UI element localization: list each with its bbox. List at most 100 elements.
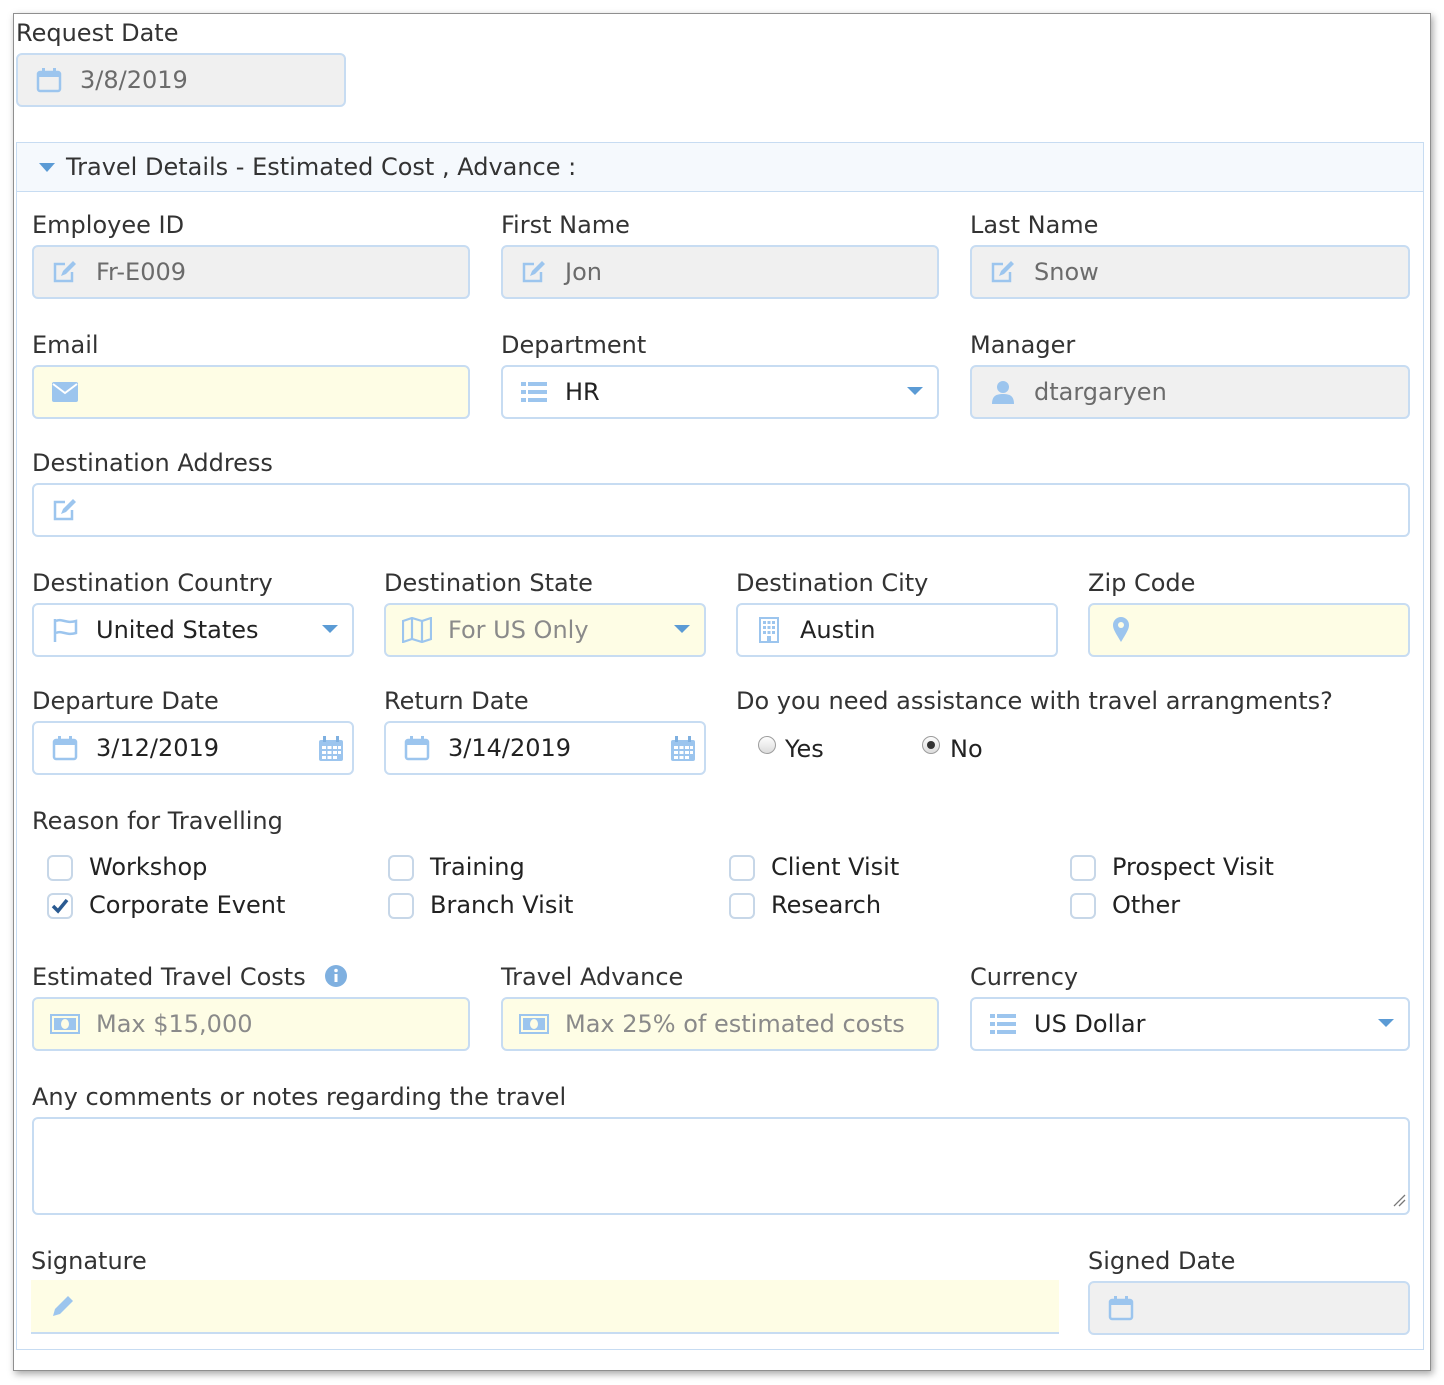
- calendar-picker-icon[interactable]: [318, 736, 344, 766]
- first-name-label: First Name: [501, 211, 630, 239]
- prospect-visit-label[interactable]: Prospect Visit: [1112, 852, 1274, 882]
- department-value: HR: [565, 378, 600, 406]
- assistance-no-radio[interactable]: [922, 736, 940, 754]
- zip-code-label: Zip Code: [1088, 569, 1196, 597]
- employee-id-field[interactable]: Fr-E009: [32, 245, 470, 299]
- signature-pad[interactable]: [31, 1280, 1059, 1334]
- currency-value: US Dollar: [1034, 1010, 1146, 1038]
- travel-advance-field[interactable]: Max 25% of estimated costs: [501, 997, 939, 1051]
- first-name-field[interactable]: Jon: [501, 245, 939, 299]
- destination-city-field[interactable]: Austin: [736, 603, 1058, 657]
- departure-date-field[interactable]: 3/12/2019: [32, 721, 354, 775]
- employee-id-label: Employee ID: [32, 211, 185, 239]
- chevron-down-icon[interactable]: [322, 625, 338, 633]
- list-icon: [988, 1009, 1018, 1039]
- assistance-no-label[interactable]: No: [950, 734, 983, 764]
- currency-select[interactable]: US Dollar: [970, 997, 1410, 1051]
- email-field[interactable]: [32, 365, 470, 419]
- money-icon: [519, 1009, 549, 1039]
- signed-date-label: Signed Date: [1088, 1247, 1236, 1275]
- chevron-down-icon[interactable]: [907, 387, 923, 395]
- branch-visit-label[interactable]: Branch Visit: [430, 890, 573, 920]
- manager-label: Manager: [970, 331, 1076, 359]
- last-name-value: Snow: [1034, 258, 1099, 286]
- client-visit-checkbox[interactable]: [729, 855, 755, 881]
- calendar-icon: [402, 733, 432, 763]
- comments-textarea[interactable]: [32, 1117, 1410, 1215]
- assistance-yes-radio[interactable]: [758, 736, 776, 754]
- calendar-icon: [34, 65, 64, 95]
- research-label[interactable]: Research: [771, 890, 881, 920]
- corporate-event-checkbox[interactable]: [47, 893, 73, 919]
- manager-value: dtargaryen: [1034, 378, 1167, 406]
- destination-state-label: Destination State: [384, 569, 593, 597]
- last-name-label: Last Name: [970, 211, 1099, 239]
- other-label[interactable]: Other: [1112, 890, 1180, 920]
- collapse-triangle-icon[interactable]: [39, 162, 55, 172]
- workshop-label[interactable]: Workshop: [89, 852, 207, 882]
- destination-address-field[interactable]: [32, 483, 1410, 537]
- info-icon[interactable]: [325, 965, 347, 991]
- calendar-picker-icon[interactable]: [670, 736, 696, 766]
- map-marker-icon: [1106, 615, 1136, 645]
- destination-state-placeholder: For US Only: [448, 616, 589, 644]
- destination-address-label: Destination Address: [32, 449, 273, 477]
- signature-label: Signature: [31, 1247, 147, 1275]
- zip-code-field[interactable]: [1088, 603, 1410, 657]
- edit-icon: [519, 257, 549, 287]
- destination-country-label: Destination Country: [32, 569, 273, 597]
- prospect-visit-checkbox[interactable]: [1070, 855, 1096, 881]
- research-checkbox[interactable]: [729, 893, 755, 919]
- request-date-value: 3/8/2019: [80, 66, 188, 94]
- user-icon: [988, 377, 1018, 407]
- flag-icon: [50, 615, 80, 645]
- estimated-costs-placeholder: Max $15,000: [96, 1010, 253, 1038]
- travel-details-panel-header[interactable]: Travel Details - Estimated Cost , Advanc…: [16, 142, 1424, 192]
- return-date-field[interactable]: 3/14/2019: [384, 721, 706, 775]
- estimated-costs-field[interactable]: Max $15,000: [32, 997, 470, 1051]
- request-date-field[interactable]: 3/8/2019: [16, 53, 346, 107]
- currency-label: Currency: [970, 963, 1079, 991]
- chevron-down-icon[interactable]: [1378, 1019, 1394, 1027]
- return-date-value: 3/14/2019: [448, 734, 572, 762]
- assistance-yes-label[interactable]: Yes: [785, 734, 824, 764]
- edit-icon: [50, 495, 80, 525]
- employee-id-value: Fr-E009: [96, 258, 187, 286]
- department-select[interactable]: HR: [501, 365, 939, 419]
- checkmark-icon: [51, 898, 69, 914]
- request-date-label: Request Date: [16, 19, 179, 47]
- destination-country-value: United States: [96, 616, 259, 644]
- envelope-icon: [50, 377, 80, 407]
- destination-city-label: Destination City: [736, 569, 929, 597]
- calendar-icon: [1106, 1293, 1136, 1323]
- travel-advance-label: Travel Advance: [501, 963, 684, 991]
- destination-state-select[interactable]: For US Only: [384, 603, 706, 657]
- departure-date-label: Departure Date: [32, 687, 219, 715]
- destination-country-select[interactable]: United States: [32, 603, 354, 657]
- department-label: Department: [501, 331, 647, 359]
- money-icon: [50, 1009, 80, 1039]
- estimated-costs-label: Estimated Travel Costs: [32, 963, 306, 991]
- list-icon: [519, 377, 549, 407]
- training-label[interactable]: Training: [430, 852, 525, 882]
- last-name-field[interactable]: Snow: [970, 245, 1410, 299]
- first-name-value: Jon: [565, 258, 602, 286]
- calendar-icon: [50, 733, 80, 763]
- corporate-event-label[interactable]: Corporate Event: [89, 890, 285, 920]
- map-icon: [402, 615, 432, 645]
- workshop-checkbox[interactable]: [47, 855, 73, 881]
- branch-visit-checkbox[interactable]: [388, 893, 414, 919]
- client-visit-label[interactable]: Client Visit: [771, 852, 899, 882]
- edit-icon: [50, 257, 80, 287]
- signed-date-field[interactable]: [1088, 1281, 1410, 1335]
- radio-selected-dot: [927, 741, 935, 749]
- training-checkbox[interactable]: [388, 855, 414, 881]
- resize-handle-icon[interactable]: [1392, 1192, 1406, 1211]
- building-icon: [754, 615, 784, 645]
- other-checkbox[interactable]: [1070, 893, 1096, 919]
- edit-icon: [988, 257, 1018, 287]
- manager-field[interactable]: dtargaryen: [970, 365, 1410, 419]
- travel-advance-placeholder: Max 25% of estimated costs: [565, 1010, 905, 1038]
- chevron-down-icon[interactable]: [674, 625, 690, 633]
- pencil-icon: [51, 1294, 75, 1322]
